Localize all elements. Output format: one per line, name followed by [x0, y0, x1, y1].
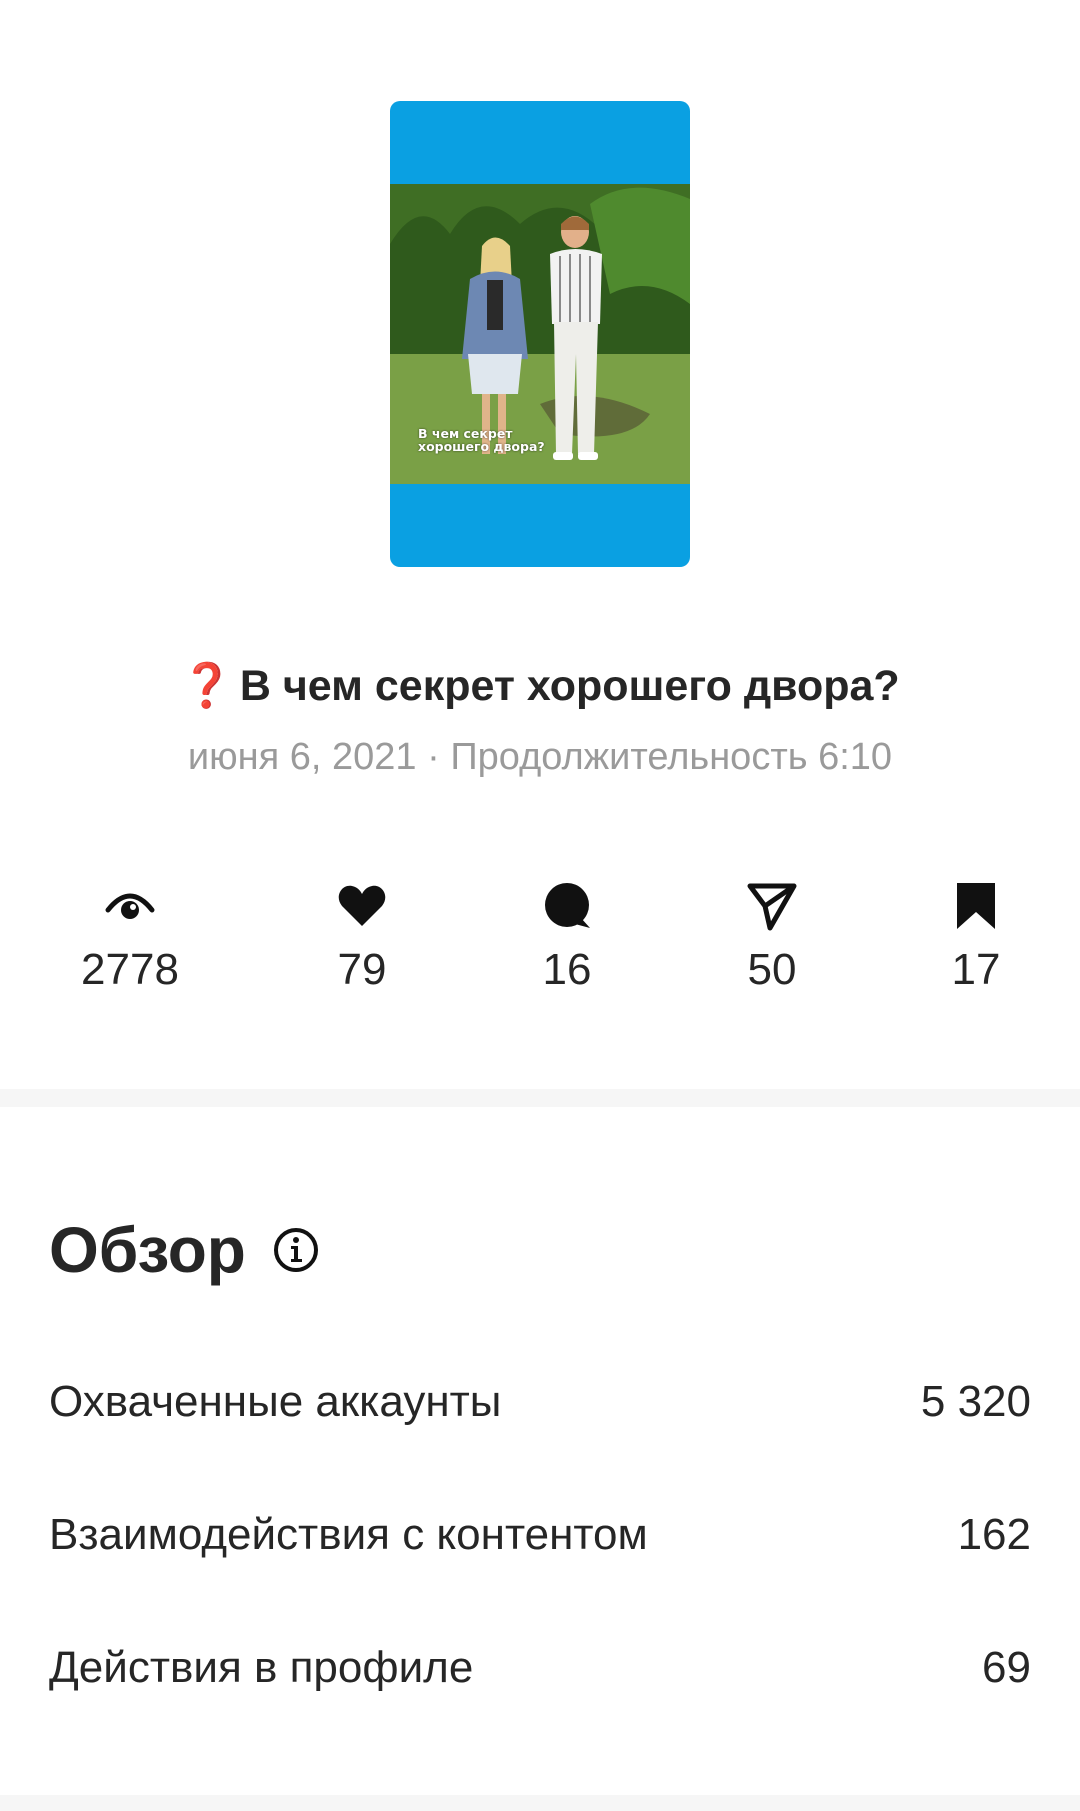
- duration-value: 6:10: [818, 736, 893, 778]
- metric-value: 5 320: [920, 1377, 1031, 1426]
- thumbnail-photo: В чем секрет хорошего двора?: [390, 184, 690, 484]
- post-title: ❓ В чем секрет хорошего двора?: [0, 656, 1080, 716]
- metric-row-profile-actions[interactable]: Действия в профиле 69: [49, 1638, 1031, 1698]
- heart-icon: [338, 885, 386, 926]
- red-question-mark-icon: ❓: [180, 662, 234, 710]
- metric-value: 162: [957, 1510, 1031, 1559]
- metric-row-reached-accounts[interactable]: Охваченные аккаунты 5 320: [49, 1372, 1031, 1432]
- stat-comments: 16: [477, 880, 657, 1000]
- saves-count: 17: [951, 945, 1001, 994]
- stat-likes: 79: [272, 880, 452, 1000]
- comments-count: 16: [542, 945, 592, 994]
- metric-label: Действия в профиле: [49, 1643, 474, 1692]
- eye-icon: [105, 893, 155, 919]
- post-meta: июня 6, 2021 · Продолжительность 6:10: [0, 732, 1080, 782]
- thumbnail-caption: В чем секрет хорошего двора?: [418, 426, 545, 454]
- share-icon: [747, 883, 797, 931]
- info-icon[interactable]: [272, 1226, 320, 1274]
- metric-label: Охваченные аккаунты: [49, 1377, 502, 1426]
- metric-label: Взаимодействия с контентом: [49, 1510, 648, 1559]
- post-thumbnail[interactable]: В чем секрет хорошего двора?: [390, 101, 690, 567]
- likes-count: 79: [337, 945, 387, 994]
- stat-saves: 17: [886, 880, 1066, 1000]
- bottom-divider: [0, 1795, 1080, 1811]
- engagement-stats: 2778 79 16 50 17: [0, 880, 1080, 1010]
- meta-separator: ·: [427, 736, 440, 778]
- shares-count: 50: [747, 945, 797, 994]
- comment-icon: [545, 883, 590, 928]
- views-count: 2778: [81, 945, 179, 994]
- duration-label: Продолжительность: [450, 736, 808, 778]
- metric-value: 69: [982, 1643, 1031, 1692]
- bookmark-icon: [957, 883, 995, 929]
- metric-row-content-interactions[interactable]: Взаимодействия с контентом 162: [49, 1505, 1031, 1565]
- post-date: июня 6, 2021: [187, 736, 417, 778]
- stat-views: 2778: [40, 880, 220, 1000]
- stat-shares: 50: [682, 880, 862, 1000]
- overview-title: Обзор: [49, 1214, 246, 1286]
- section-divider: [0, 1089, 1080, 1107]
- post-title-text: В чем секрет хорошего двора?: [239, 662, 900, 710]
